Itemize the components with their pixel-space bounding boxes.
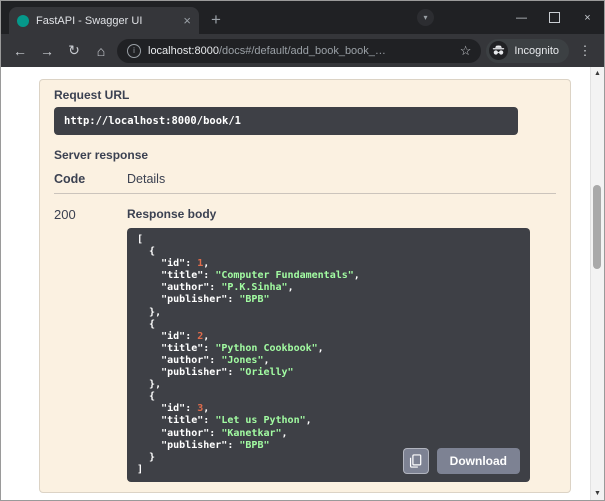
url-path: /docs#/default/add_book_book_…: [219, 45, 386, 57]
server-response-label: Server response: [54, 148, 556, 162]
maximize-icon: [549, 12, 560, 23]
scrollbar-thumb[interactable]: [593, 185, 601, 269]
response-body-label: Response body: [127, 207, 530, 221]
response-table-header: Code Details: [54, 172, 556, 194]
home-button[interactable]: ⌂: [90, 43, 112, 59]
tab-close-icon[interactable]: ×: [183, 14, 191, 27]
incognito-label: Incognito: [514, 45, 559, 57]
site-info-icon[interactable]: i: [127, 44, 141, 58]
new-tab-button[interactable]: +: [211, 11, 221, 28]
address-bar[interactable]: i localhost:8000/docs#/default/add_book_…: [117, 39, 481, 63]
response-row: 200 Response body [ { "id": 1, "title": …: [54, 207, 556, 482]
download-button[interactable]: Download: [437, 448, 520, 474]
navbar: ← → ↻ ⌂ i localhost:8000/docs#/default/a…: [1, 34, 604, 67]
titlebar: FastAPI - Swagger UI × + ▾ — ×: [1, 1, 604, 34]
tab-search-button[interactable]: ▾: [417, 9, 434, 26]
incognito-icon: [489, 41, 508, 60]
maximize-button[interactable]: [538, 1, 571, 34]
code-column-header: Code: [54, 172, 127, 186]
url-host: localhost:8000: [148, 45, 219, 57]
incognito-badge: Incognito: [486, 39, 569, 63]
swagger-operation-panel: Request URL http://localhost:8000/book/1…: [39, 79, 571, 493]
scroll-up-arrow[interactable]: ▲: [591, 70, 604, 77]
response-json: [ { "id": 1, "title": "Computer Fundamen…: [137, 234, 520, 476]
response-body-code: [ { "id": 1, "title": "Computer Fundamen…: [127, 228, 530, 482]
response-details: Response body [ { "id": 1, "title": "Com…: [127, 207, 530, 482]
browser-tab[interactable]: FastAPI - Swagger UI ×: [9, 7, 199, 34]
clipboard-icon: [409, 454, 422, 468]
scrollbar[interactable]: ▲ ▼: [590, 67, 604, 500]
details-column-header: Details: [127, 172, 556, 186]
fastapi-favicon-icon: [17, 15, 29, 27]
request-url-label: Request URL: [54, 88, 556, 102]
minimize-button[interactable]: —: [505, 1, 538, 34]
status-code: 200: [54, 207, 127, 482]
request-url-value: http://localhost:8000/book/1: [54, 107, 518, 135]
copy-button[interactable]: [403, 448, 429, 474]
forward-button[interactable]: →: [36, 43, 58, 59]
bookmark-star-icon[interactable]: ☆: [460, 43, 472, 59]
tab-title: FastAPI - Swagger UI: [36, 15, 176, 27]
chevron-down-icon: ▾: [423, 13, 427, 22]
scroll-down-arrow[interactable]: ▼: [591, 490, 604, 497]
url-text: localhost:8000/docs#/default/add_book_bo…: [148, 45, 453, 57]
code-actions: Download: [403, 448, 520, 474]
window-controls: — ×: [505, 1, 604, 34]
reload-button[interactable]: ↻: [63, 42, 85, 59]
page-content: Request URL http://localhost:8000/book/1…: [1, 67, 604, 500]
close-button[interactable]: ×: [571, 1, 604, 34]
browser-window: FastAPI - Swagger UI × + ▾ — × ← → ↻ ⌂ i…: [0, 0, 605, 501]
menu-button[interactable]: ⋮: [574, 43, 596, 59]
back-button[interactable]: ←: [9, 43, 31, 59]
